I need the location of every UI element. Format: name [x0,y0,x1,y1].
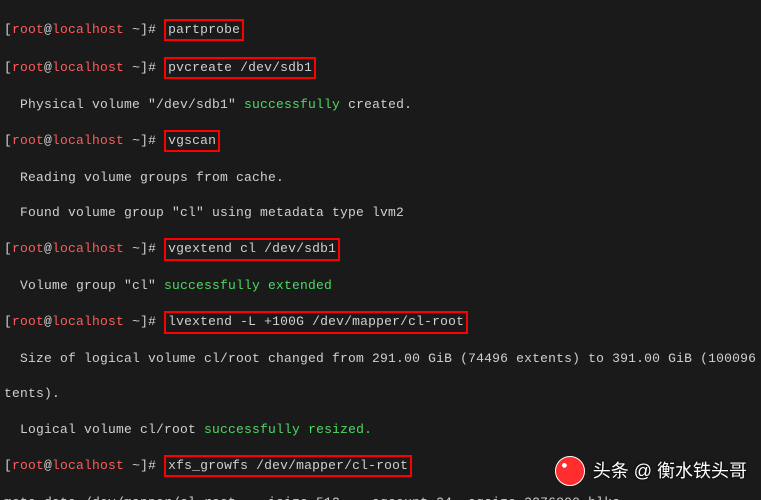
cmd-partprobe: partprobe [164,19,244,42]
out-pvcreate: Physical volume "/dev/sdb1" successfully… [4,96,757,114]
prompt: [root@localhost ~]# [4,133,164,148]
prompt: [root@localhost ~]# [4,22,164,37]
cmd-vgscan: vgscan [164,130,220,153]
terminal-output: [root@localhost ~]# partprobe [root@loca… [0,0,761,500]
watermark: 头条 @ 衡水铁头哥 [555,456,747,486]
prompt: [root@localhost ~]# [4,241,164,256]
prompt: [root@localhost ~]# [4,458,164,473]
line-pvcreate: [root@localhost ~]# pvcreate /dev/sdb1 [4,58,757,79]
xfs-meta-0: meta-data=/dev/mapper/cl-root isize=512 … [4,494,757,500]
cmd-lvextend: lvextend -L +100G /dev/mapper/cl-root [164,311,468,334]
cmd-pvcreate: pvcreate /dev/sdb1 [164,57,316,80]
out-vgextend: Volume group "cl" successfully extended [4,277,757,295]
watermark-text: 头条 @ 衡水铁头哥 [593,459,747,483]
out-vgscan-2: Found volume group "cl" using metadata t… [4,204,757,222]
watermark-icon [555,456,585,486]
out-lvextend-1b: tents). [4,385,757,403]
out-lvextend-1: Size of logical volume cl/root changed f… [4,350,757,368]
prompt: [root@localhost ~]# [4,314,164,329]
line-lvextend: [root@localhost ~]# lvextend -L +100G /d… [4,312,757,333]
out-vgscan-1: Reading volume groups from cache. [4,169,757,187]
cmd-vgextend: vgextend cl /dev/sdb1 [164,238,340,261]
line-partprobe: [root@localhost ~]# partprobe [4,20,757,41]
out-lvextend-2: Logical volume cl/root successfully resi… [4,421,757,439]
line-vgextend: [root@localhost ~]# vgextend cl /dev/sdb… [4,239,757,260]
prompt: [root@localhost ~]# [4,60,164,75]
line-vgscan: [root@localhost ~]# vgscan [4,131,757,152]
cmd-xfsgrow: xfs_growfs /dev/mapper/cl-root [164,455,412,478]
